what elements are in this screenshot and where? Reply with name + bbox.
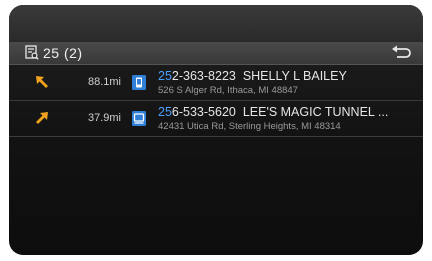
back-arrow-icon (396, 48, 411, 58)
listing-name: SHELLY L BAILEY (242, 69, 347, 83)
phone-match-prefix: 25 (158, 105, 172, 119)
arrow-northeast-icon (36, 112, 48, 124)
back-button[interactable] (389, 44, 415, 62)
distance: 88.1mi (87, 76, 121, 88)
phone-number-rest: 6-533-5620 (171, 105, 236, 119)
top-strip (9, 5, 423, 42)
business-category-icon (132, 111, 146, 126)
results-header: 25 (2) (9, 42, 423, 65)
result-row-1[interactable]: 88.1mi 252-363-8223 SHELLY L BAILEY 526 … (9, 65, 423, 101)
phonebook-search-icon (25, 45, 39, 60)
phone-match-prefix: 25 (158, 69, 172, 83)
result-count: 25 (2) (43, 45, 83, 61)
result-row-2[interactable]: 37.9mi 256-533-5620 LEE'S MAGIC TUNNEL .… (9, 101, 423, 137)
navigation-screen: 25 (2) 88.1mi 252-363-8223 SHELLY L BAIL… (9, 5, 423, 255)
listing-address: 526 S Alger Rd, Ithaca, MI 48847 (158, 85, 298, 96)
phone-category-icon (132, 75, 146, 90)
arrow-northwest-icon (36, 76, 48, 88)
listing-name: LEE'S MAGIC TUNNEL ... (242, 105, 389, 119)
distance: 37.9mi (87, 112, 121, 124)
phone-and-name: 252-363-8223 SHELLY L BAILEY (158, 69, 347, 83)
device-frame: 25 (2) 88.1mi 252-363-8223 SHELLY L BAIL… (0, 0, 432, 261)
phone-and-name: 256-533-5620 LEE'S MAGIC TUNNEL ... (158, 105, 388, 119)
listing-address: 42431 Utica Rd, Sterling Heights, MI 483… (158, 121, 341, 132)
phone-number-rest: 2-363-8223 (171, 69, 236, 83)
